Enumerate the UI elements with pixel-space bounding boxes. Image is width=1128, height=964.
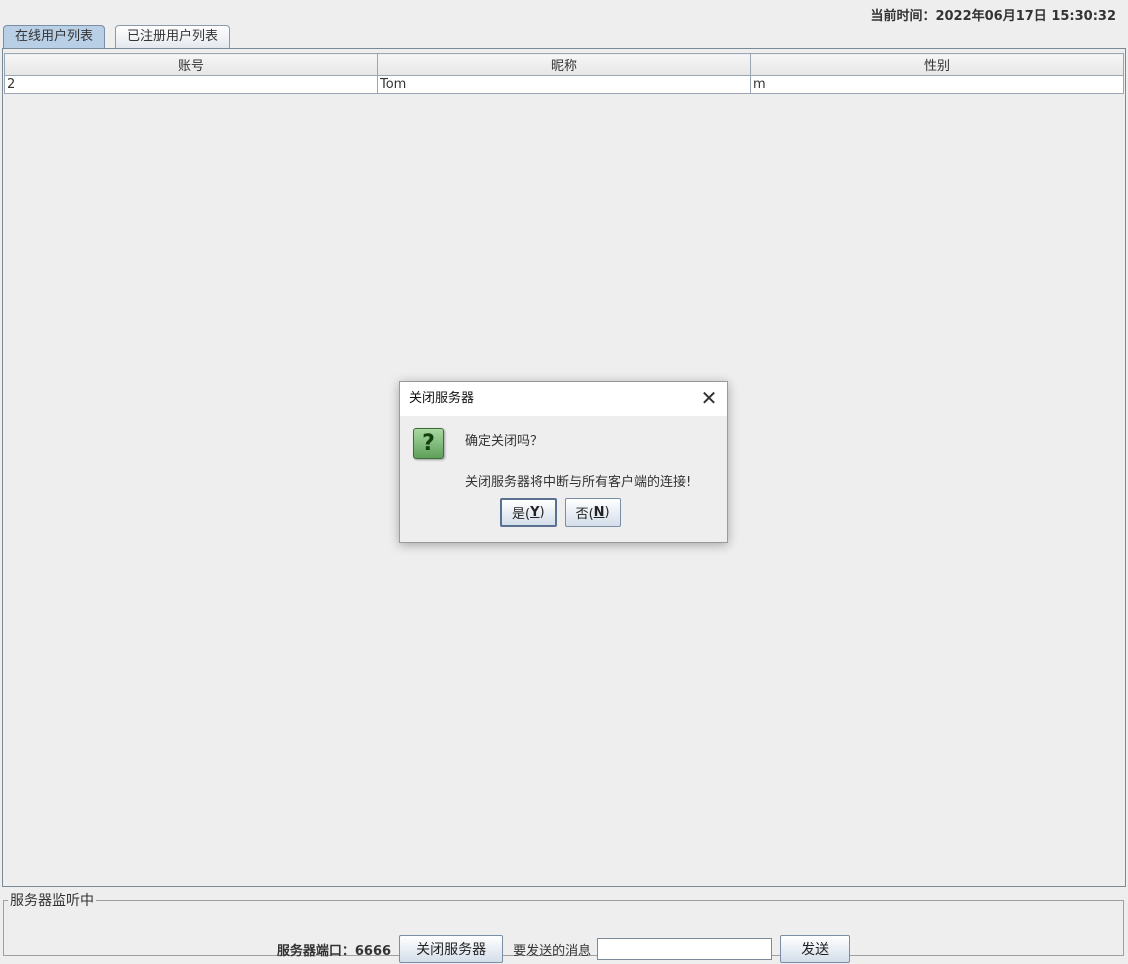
tab-online-users[interactable]: 在线用户列表 (3, 25, 106, 48)
cell-nickname[interactable]: Tom (377, 75, 751, 94)
table-row[interactable]: 2 Tom m (4, 75, 1124, 94)
message-input[interactable] (597, 938, 773, 960)
close-icon[interactable]: ✕ (699, 388, 719, 408)
cell-account[interactable]: 2 (4, 75, 378, 94)
yes-button[interactable]: 是(Y) (500, 498, 557, 527)
yes-mnemonic: Y (530, 505, 540, 520)
dialog-title-bar: 关闭服务器 ✕ (400, 382, 727, 416)
server-port-label: 服务器端口：6666 (276, 943, 392, 959)
dialog-question: 确定关闭吗？ (465, 434, 544, 449)
current-time-label: 当前时间：2022年06月17日 15:30:32 (870, 9, 1116, 24)
tab-bar: 在线用户列表 已注册用户列表 (3, 25, 1123, 49)
online-users-table: 账号 昵称 性别 2 Tom m (4, 53, 1124, 94)
no-label: 否( (575, 507, 594, 522)
no-button[interactable]: 否(N) (564, 498, 621, 527)
close-server-dialog: 关闭服务器 ✕ ? 确定关闭吗？ 关闭服务器将中断与所有客户端的连接! 是(Y)… (399, 381, 728, 543)
dialog-title: 关闭服务器 (409, 391, 475, 406)
no-mnemonic: N (593, 505, 605, 520)
server-status-legend: 服务器监听中 (10, 893, 94, 909)
table-header-row: 账号 昵称 性别 (4, 53, 1124, 76)
dialog-button-row: 是(Y) 否(N) (500, 498, 621, 527)
dialog-detail: 关闭服务器将中断与所有客户端的连接! (465, 475, 692, 490)
yes-label: 是( (512, 507, 531, 522)
tab-registered-users[interactable]: 已注册用户列表 (115, 25, 231, 48)
cell-gender[interactable]: m (750, 75, 1124, 94)
message-label: 要发送的消息 (513, 943, 592, 959)
column-header-nickname[interactable]: 昵称 (377, 53, 751, 76)
server-status-panel: 服务器监听中 服务器端口：6666 关闭服务器 要发送的消息 发送 (3, 890, 1124, 963)
column-header-gender[interactable]: 性别 (750, 53, 1124, 76)
question-icon: ? (413, 428, 444, 459)
column-header-account[interactable]: 账号 (4, 53, 378, 76)
server-controls-row: 服务器端口：6666 关闭服务器 要发送的消息 发送 (4, 934, 1123, 964)
